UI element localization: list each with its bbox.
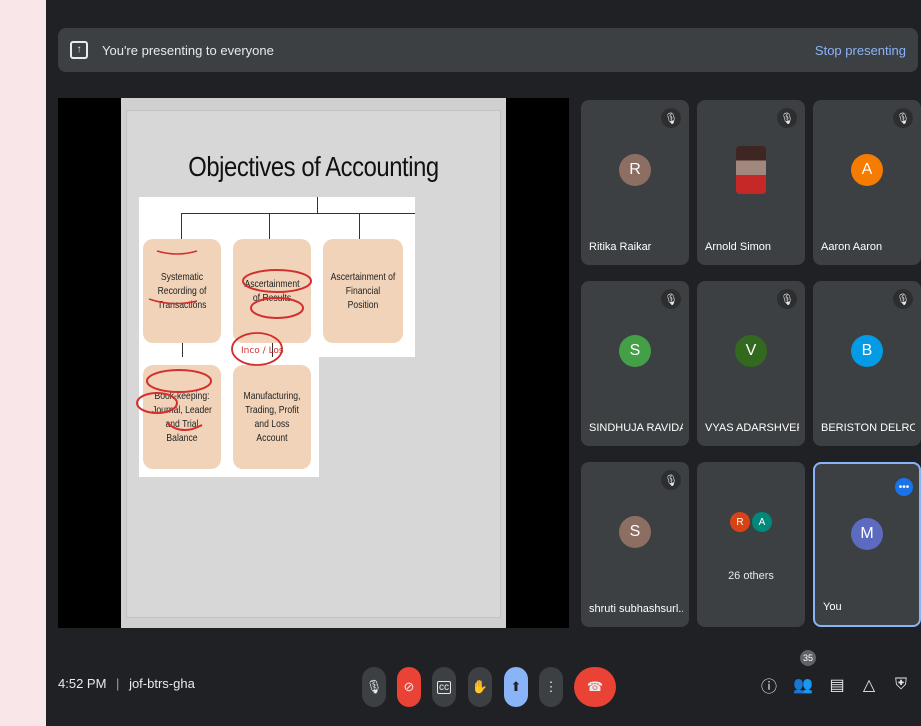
mic-off-icon: 🎙 (777, 108, 797, 128)
shared-slide: Objectives of Accounting Systematic Reco… (121, 98, 506, 628)
avatar: M (851, 518, 883, 550)
diagram-bottom: Book-keeping: Journal, Leader and Trial … (139, 357, 319, 477)
chat-button[interactable]: ▤ (826, 674, 848, 696)
hang-up-icon: ☎ (586, 679, 604, 694)
participant-tile[interactable]: 🎙 V VYAS ADARSHVER... (697, 281, 805, 446)
participant-name: shruti subhashsurl... (589, 603, 683, 615)
mic-off-icon: 🎙 (893, 108, 913, 128)
activities-button[interactable]: △ (858, 674, 880, 696)
control-bar: 4:52 PM | jof-btrs-gha 🎙 ⊘ cc ✋ ⬆ ⋮ ☎ ⓘ … (46, 650, 921, 726)
camera-off-icon: ⊘ (403, 679, 415, 694)
raise-hand-button[interactable]: ✋ (468, 667, 492, 707)
participant-tile[interactable]: 🎙 A Aaron Aaron (813, 100, 921, 265)
captions-icon: cc (437, 680, 451, 694)
info-icon: ⓘ (760, 679, 777, 696)
diagram-box-bookkeeping: Book-keeping: Journal, Leader and Trial … (143, 365, 221, 469)
present-icon: ⬆ (510, 679, 522, 694)
avatar: V (735, 335, 767, 367)
meeting-details-button[interactable]: ⓘ (758, 674, 780, 696)
presentation-stage: Objectives of Accounting Systematic Reco… (58, 98, 569, 628)
self-tile[interactable]: ••• M You (813, 462, 921, 627)
host-controls-button[interactable]: ⛨ (890, 674, 912, 696)
avatar: S (619, 335, 651, 367)
avatar: A (752, 512, 772, 532)
avatar: A (851, 154, 883, 186)
slide-title: Objectives of Accounting (188, 151, 439, 182)
present-button[interactable]: ⬆ (504, 667, 528, 707)
avatar: S (619, 516, 651, 548)
slide-canvas: Objectives of Accounting Systematic Reco… (126, 110, 501, 618)
participant-name: VYAS ADARSHVER... (705, 422, 799, 434)
present-to-all-icon: ↑ (70, 41, 88, 59)
meeting-code: jof-btrs-gha (129, 676, 195, 691)
people-icon: 👥 (793, 677, 813, 694)
participant-tile[interactable]: 🎙 S SINDHUJA RAVIDA... (581, 281, 689, 446)
left-margin (0, 0, 46, 726)
participant-tile[interactable]: 🎙 B BERISTON DELROY... (813, 281, 921, 446)
others-tile[interactable]: R A 26 others (697, 462, 805, 627)
diagram-box-final-accounts: Manufacturing, Trading, Profit and Loss … (233, 365, 311, 469)
more-vert-icon: ⋮ (544, 679, 558, 694)
hand-icon: ✋ (471, 679, 489, 694)
more-options-button[interactable]: ⋮ (539, 667, 563, 707)
diagram-box-financial-position: Ascertainment of Financial Position (323, 239, 403, 343)
more-options-icon[interactable]: ••• (895, 478, 913, 496)
participant-name: Ritika Raikar (589, 241, 652, 253)
mic-off-icon: 🎙 (777, 289, 797, 309)
participant-name: Aaron Aaron (821, 241, 883, 253)
participant-tile[interactable]: 🎙 R Ritika Raikar (581, 100, 689, 265)
participant-name: SINDHUJA RAVIDA... (589, 422, 683, 434)
avatar: R (619, 154, 651, 186)
camera-button[interactable]: ⊘ (397, 667, 421, 707)
participant-name: BERISTON DELROY... (821, 422, 915, 434)
mic-off-icon: 🎙 (661, 289, 681, 309)
meeting-info: 4:52 PM | jof-btrs-gha (58, 676, 195, 691)
avatar: B (851, 335, 883, 367)
diagram-top: Systematic Recording of Transactions Asc… (139, 197, 415, 357)
clock-time: 4:52 PM (58, 676, 107, 691)
diagram-box-recording: Systematic Recording of Transactions (143, 239, 221, 343)
participant-count-badge: 35 (800, 650, 816, 666)
presenting-text: You're presenting to everyone (102, 42, 274, 58)
mic-off-icon: 🎙 (661, 470, 681, 490)
chat-icon: ▤ (829, 677, 845, 694)
mic-off-icon: 🎙 (893, 289, 913, 309)
avatar-photo (736, 146, 766, 194)
participant-tile[interactable]: 🎙 Arnold Simon (697, 100, 805, 265)
shield-icon: ⛨ (894, 676, 907, 693)
others-count: 26 others (728, 570, 774, 582)
presenting-banner: ↑ You're presenting to everyone Stop pre… (58, 28, 918, 72)
people-button[interactable]: 👥 (792, 674, 814, 696)
participant-tile[interactable]: 🎙 S shruti subhashsurl... (581, 462, 689, 627)
leave-call-button[interactable]: ☎ (574, 667, 616, 707)
avatar: R (730, 512, 750, 532)
meet-window: ↑ You're presenting to everyone Stop pre… (46, 0, 921, 726)
microphone-button[interactable]: 🎙 (362, 667, 386, 707)
diagram-box-results: Ascertainment of Results (233, 239, 311, 343)
others-avatars: R A (697, 512, 805, 532)
stop-presenting-button[interactable]: Stop presenting (815, 43, 906, 58)
self-name: You (823, 601, 842, 613)
microphone-icon: 🎙 (365, 679, 383, 694)
mic-off-icon: 🎙 (661, 108, 681, 128)
activities-icon: △ (862, 677, 876, 694)
captions-button[interactable]: cc (432, 667, 456, 707)
participant-name: Arnold Simon (705, 241, 772, 253)
